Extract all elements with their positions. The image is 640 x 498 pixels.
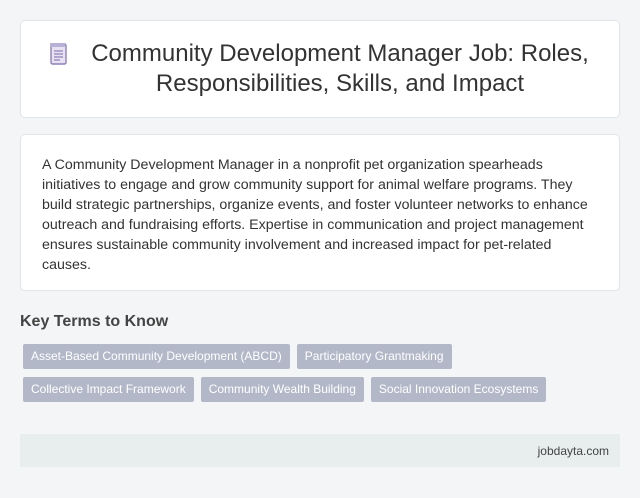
description-card: A Community Development Manager in a non…	[20, 134, 620, 291]
tag-community-wealth-building[interactable]: Community Wealth Building	[200, 377, 364, 402]
page-title: Community Development Manager Job: Roles…	[91, 40, 589, 97]
footer: jobdayta.com	[20, 434, 620, 467]
tag-social-innovation-ecosystems[interactable]: Social Innovation Ecosystems	[370, 377, 547, 402]
key-terms-tags: Asset-Based Community Development (ABCD)…	[23, 344, 603, 410]
document-icon	[50, 43, 67, 65]
footer-site-link[interactable]: jobdayta.com	[538, 444, 609, 458]
tag-row: Collective Impact Framework Community We…	[23, 377, 603, 402]
tag-participatory-grantmaking[interactable]: Participatory Grantmaking	[296, 344, 452, 369]
title-wrap: Community Development Manager Job: Roles…	[45, 39, 595, 99]
title-card: Community Development Manager Job: Roles…	[20, 20, 620, 118]
tag-collective-impact-framework[interactable]: Collective Impact Framework	[23, 377, 194, 402]
tag-row: Asset-Based Community Development (ABCD)…	[23, 344, 603, 369]
description-text: A Community Development Manager in a non…	[42, 157, 588, 273]
tag-abcd[interactable]: Asset-Based Community Development (ABCD)	[23, 344, 290, 369]
key-terms-heading: Key Terms to Know	[20, 313, 169, 330]
page: Community Development Manager Job: Roles…	[0, 0, 640, 498]
